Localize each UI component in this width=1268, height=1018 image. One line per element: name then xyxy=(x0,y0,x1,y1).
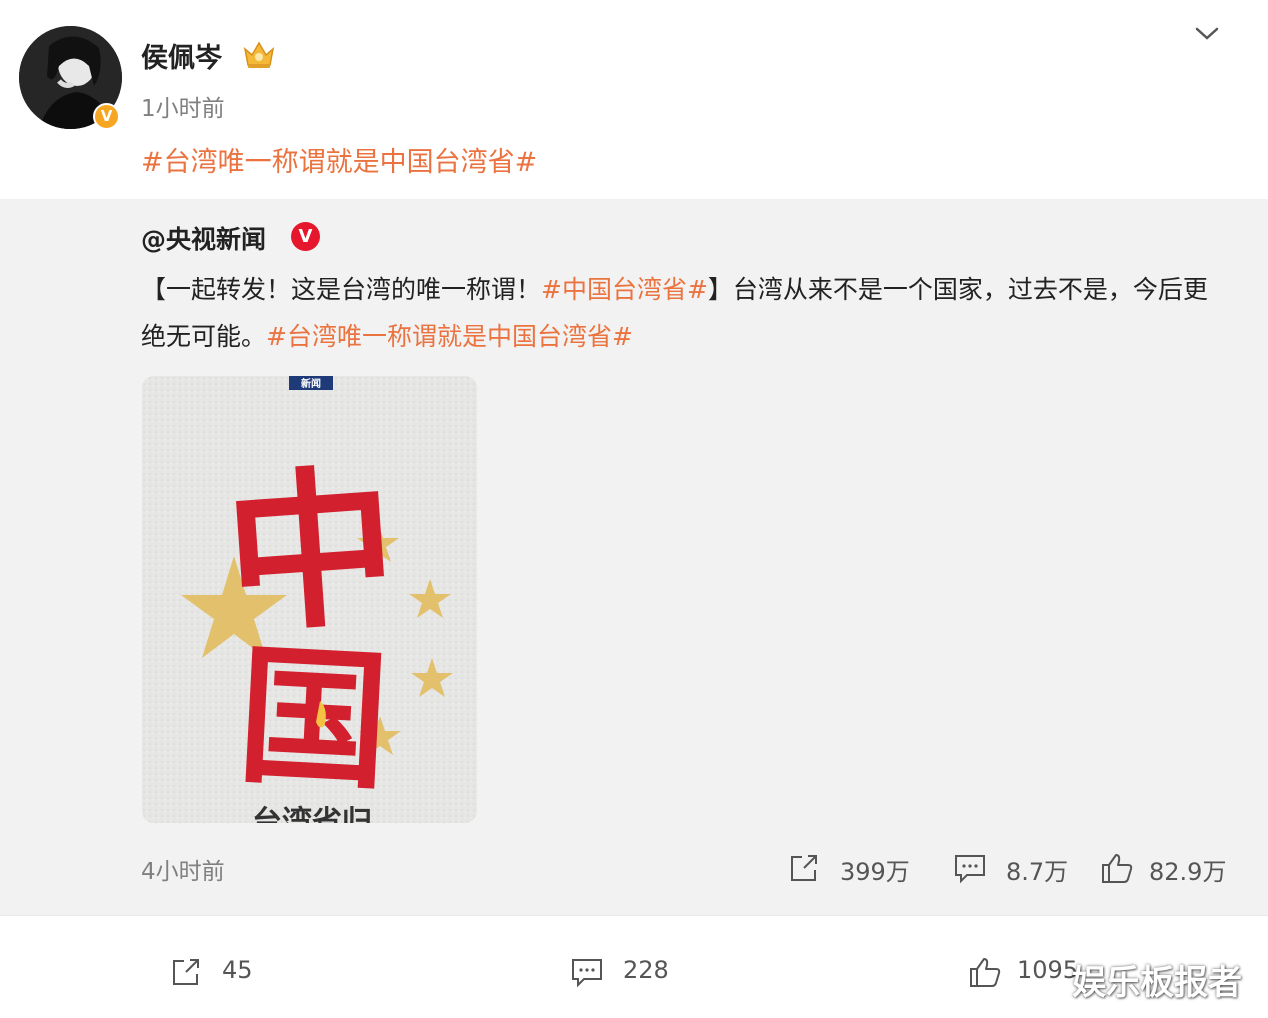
share-button[interactable]: 45 xyxy=(170,956,270,988)
comment-button[interactable]: 228 xyxy=(570,956,680,988)
verified-badge: V xyxy=(93,103,120,130)
comment-icon xyxy=(572,959,602,988)
original-author[interactable]: @央视新闻 xyxy=(141,220,266,256)
post-timestamp: 1小时前 xyxy=(141,96,225,122)
like-button[interactable]: 1095 xyxy=(968,956,1088,988)
original-share-button[interactable]: 399万 xyxy=(788,852,918,886)
share-icon xyxy=(173,959,199,985)
like-count: 1095 xyxy=(1017,956,1079,984)
original-like-count: 82.9万 xyxy=(1149,858,1227,886)
post-author-name[interactable]: 侯佩岑 xyxy=(141,36,222,75)
share-icon xyxy=(791,855,817,881)
original-post-text: 【一起转发！这是台湾的唯一称谓！#中国台湾省#】台湾从来不是一个国家，过去不是，… xyxy=(141,266,1211,360)
thumbs-up-icon xyxy=(970,958,1001,987)
original-like-button[interactable]: 82.9万 xyxy=(1100,852,1230,886)
poster-big-char-2: 国 xyxy=(234,627,393,811)
watermark: 娱乐板报者 xyxy=(1072,963,1242,1003)
post-hashtag[interactable]: #台湾唯一称谓就是中国台湾省# xyxy=(141,140,537,179)
comment-count: 228 xyxy=(623,956,669,984)
chevron-down-icon[interactable] xyxy=(1192,22,1222,44)
crown-icon xyxy=(243,41,275,68)
hashtag-link[interactable]: #中国台湾省# xyxy=(541,275,708,304)
original-timestamp: 4小时前 xyxy=(141,859,225,885)
poster-logo-text: 新闻 xyxy=(301,377,321,390)
text-part-1: 【一起转发！这是台湾的唯一称谓！ xyxy=(141,275,542,304)
post-image[interactable]: 新闻 中 国 台湾省归 xyxy=(142,376,477,823)
original-comment-count: 8.7万 xyxy=(1006,858,1069,886)
thumbs-up-icon xyxy=(1102,854,1133,883)
verified-red-badge: V xyxy=(291,222,320,251)
hashtag-link[interactable]: #台湾唯一称谓就是中国台湾省# xyxy=(266,322,633,351)
comment-icon xyxy=(955,855,985,884)
divider xyxy=(0,915,1268,916)
original-share-count: 399万 xyxy=(840,858,910,886)
original-comment-button[interactable]: 8.7万 xyxy=(953,852,1073,886)
poster-bottom-text: 台湾省归 xyxy=(252,805,372,823)
poster-big-char-1: 中 xyxy=(219,446,403,657)
share-count: 45 xyxy=(222,956,253,984)
